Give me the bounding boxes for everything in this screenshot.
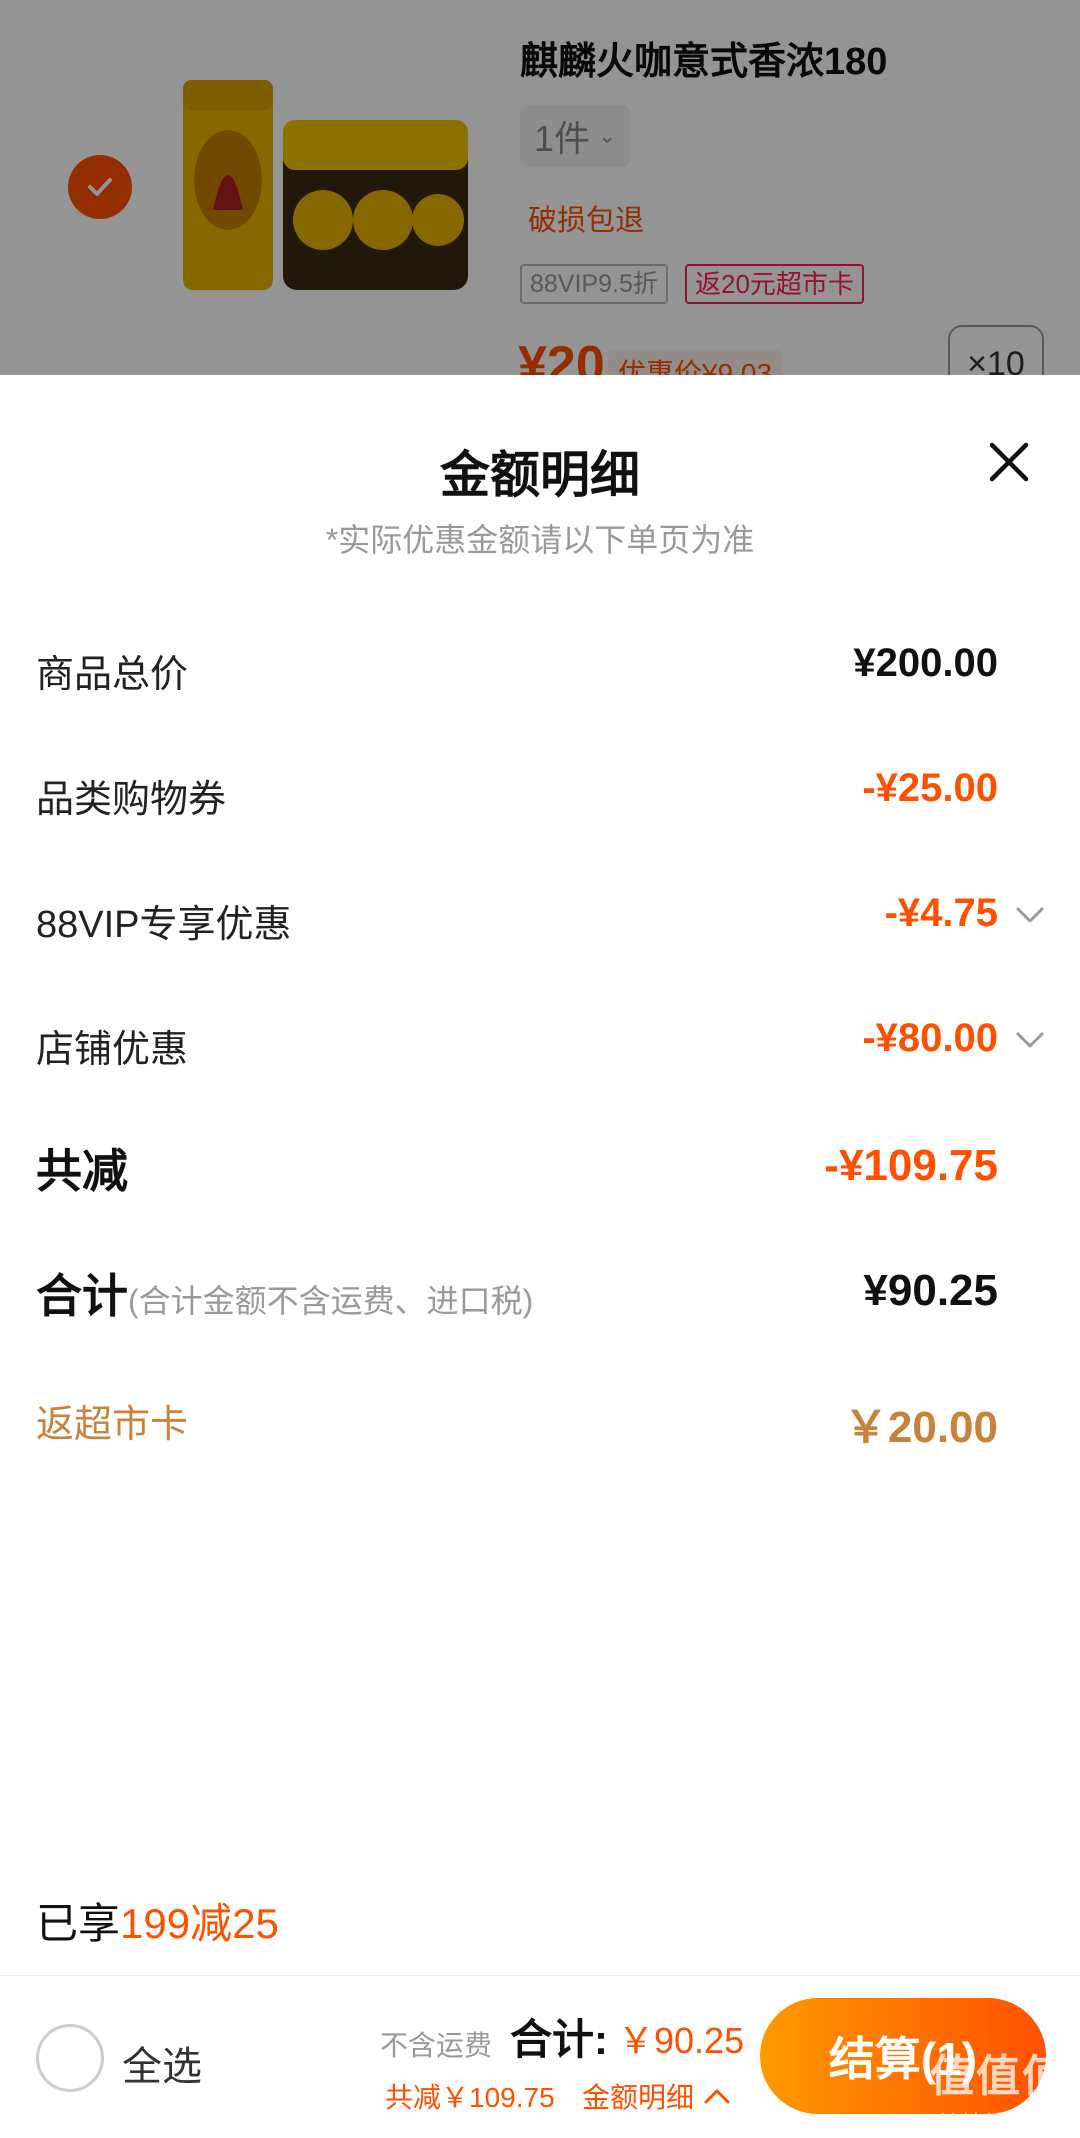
row-value: ¥90.25: [863, 1266, 998, 1315]
row-item-total: 商品总价 ¥200.00: [36, 625, 1046, 705]
enjoyed-highlight: 199减25: [120, 1900, 279, 1947]
watermark-url: zhizhizhi.com: [932, 2110, 1041, 2130]
row-label: 合计(合计金额不含运费、进口税): [36, 1260, 533, 1326]
row-label: 品类购物券: [36, 779, 227, 821]
cart-background: 麒麟火咖意式香浓180 1件 ⌄ 破损包退 88VIP9.5折 返20元超市卡 …: [0, 0, 1080, 375]
chevron-up-icon: [704, 2089, 730, 2104]
select-all-checkbox[interactable]: [36, 2024, 104, 2092]
row-value: ￥20.00: [843, 1403, 998, 1452]
watermark-logo: 值值值: [930, 2052, 1068, 2101]
shipping-note: 不含运费: [380, 2030, 493, 2061]
row-total-reduction: 共减 -¥109.75: [36, 1125, 1046, 1205]
modal-overlay[interactable]: [0, 0, 1080, 375]
select-all-label[interactable]: 全选: [122, 2034, 202, 2092]
sum-sublabel: (合计金额不含运费、进口税): [128, 1283, 534, 1319]
close-button[interactable]: [986, 439, 1032, 485]
row-store-discount[interactable]: 店铺优惠 -¥80.00: [36, 1000, 1046, 1080]
row-value: ¥200.00: [853, 641, 998, 685]
row-value: -¥80.00: [862, 1016, 998, 1060]
sheet-note: *实际优惠金额请以下单页为准: [325, 522, 755, 558]
row-label: 共减: [36, 1145, 128, 1197]
enjoyed-promo: 已享199减25: [36, 1890, 279, 1951]
sum-value: ￥90.25: [618, 2020, 745, 2061]
sum-label: 合计:: [510, 2016, 608, 2063]
row-label: 店铺优惠: [36, 1029, 189, 1071]
amount-detail-link[interactable]: 金额明细: [582, 2076, 732, 2116]
enjoyed-prefix: 已享: [36, 1900, 121, 1947]
chevron-down-icon[interactable]: [1014, 903, 1046, 927]
row-label: 88VIP专享优惠: [36, 904, 292, 946]
row-sum: 合计(合计金额不含运费、进口税) ¥90.25: [36, 1250, 1046, 1330]
row-value: -¥25.00: [862, 766, 998, 810]
sum-label: 合计: [36, 1270, 128, 1322]
row-value: -¥4.75: [884, 891, 998, 935]
row-supermarket-card: 返超市卡 ￥20.00: [36, 1375, 1046, 1455]
sheet-title: 金额明细: [440, 447, 640, 503]
row-label: 返超市卡: [36, 1404, 189, 1446]
row-label: 商品总价: [36, 654, 189, 696]
row-vip-discount[interactable]: 88VIP专享优惠 -¥4.75: [36, 875, 1046, 955]
chevron-down-icon[interactable]: [1014, 1028, 1046, 1052]
close-icon: [989, 442, 1029, 482]
total-reduction: 共减￥109.75: [385, 2082, 555, 2113]
amount-detail-sheet: 金额明细 *实际优惠金额请以下单页为准 商品总价 ¥200.00 品类购物券 -…: [0, 375, 1080, 1975]
checkout-bar: 全选 不含运费 合计: ￥90.25 共减￥109.75 金额明细 结算(1): [0, 1975, 1080, 2138]
row-value: -¥109.75: [824, 1141, 998, 1190]
row-category-coupon: 品类购物券 -¥25.00: [36, 750, 1046, 830]
screen: 麒麟火咖意式香浓180 1件 ⌄ 破损包退 88VIP9.5折 返20元超市卡 …: [0, 0, 1080, 2138]
amount-detail-label: 金额明细: [582, 2082, 695, 2113]
